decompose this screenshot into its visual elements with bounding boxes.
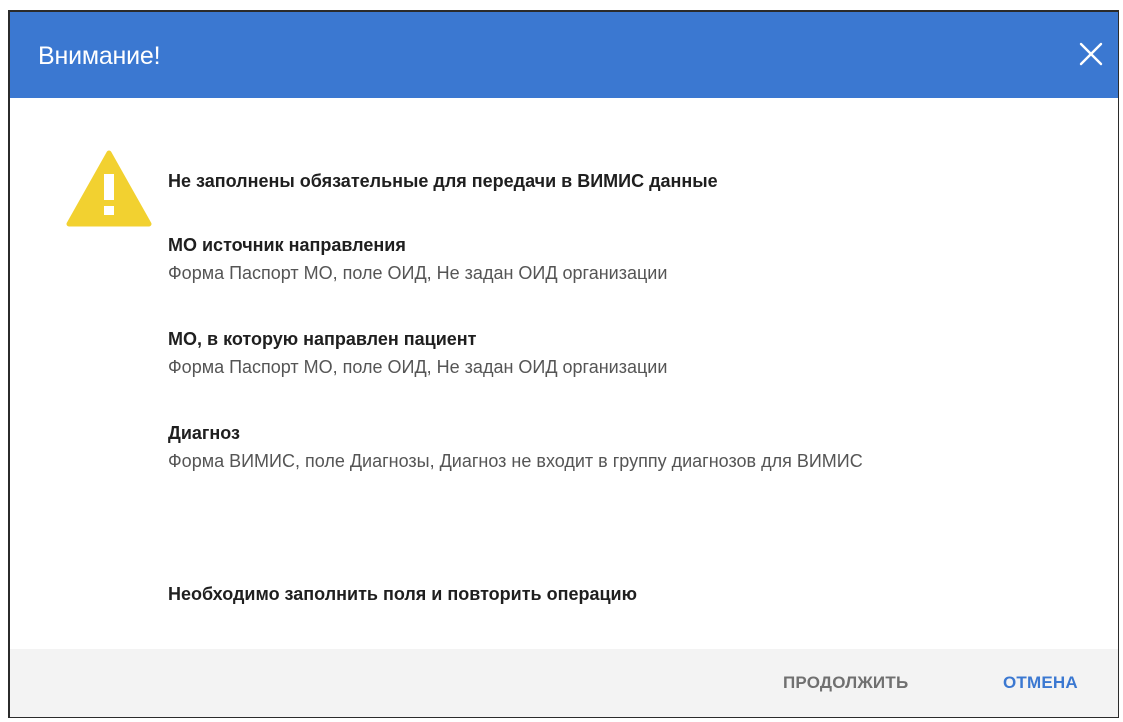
missing-item-title: МО, в которую направлен пациент	[168, 329, 477, 349]
missing-item-description: Форма ВИМИС, поле Диагнозы, Диагноз не в…	[168, 451, 863, 471]
cancel-button[interactable]: ОТМЕНА	[1003, 673, 1078, 693]
message-header: Не заполнены обязательные для передачи в…	[168, 171, 718, 191]
missing-item-title: Диагноз	[168, 423, 240, 443]
dialog-title: Внимание!	[38, 42, 161, 70]
warning-triangle-icon	[66, 150, 152, 228]
footer-note: Необходимо заполнить поля и повторить оп…	[168, 584, 637, 604]
missing-item-description: Форма Паспорт МО, поле ОИД, Не задан ОИД…	[168, 357, 668, 377]
dialog-content: Не заполнены обязательные для передачи в…	[10, 98, 1118, 652]
warning-dialog: Внимание! Не заполнены обязательные для …	[8, 10, 1119, 718]
missing-item-description: Форма Паспорт МО, поле ОИД, Не задан ОИД…	[168, 263, 668, 283]
continue-button[interactable]: ПРОДОЛЖИТЬ	[783, 673, 908, 693]
dialog-titlebar: Внимание!	[10, 12, 1118, 98]
dialog-footer: ПРОДОЛЖИТЬ ОТМЕНА	[10, 649, 1118, 717]
missing-item-title: МО источник направления	[168, 235, 406, 255]
close-icon[interactable]	[1074, 37, 1108, 71]
